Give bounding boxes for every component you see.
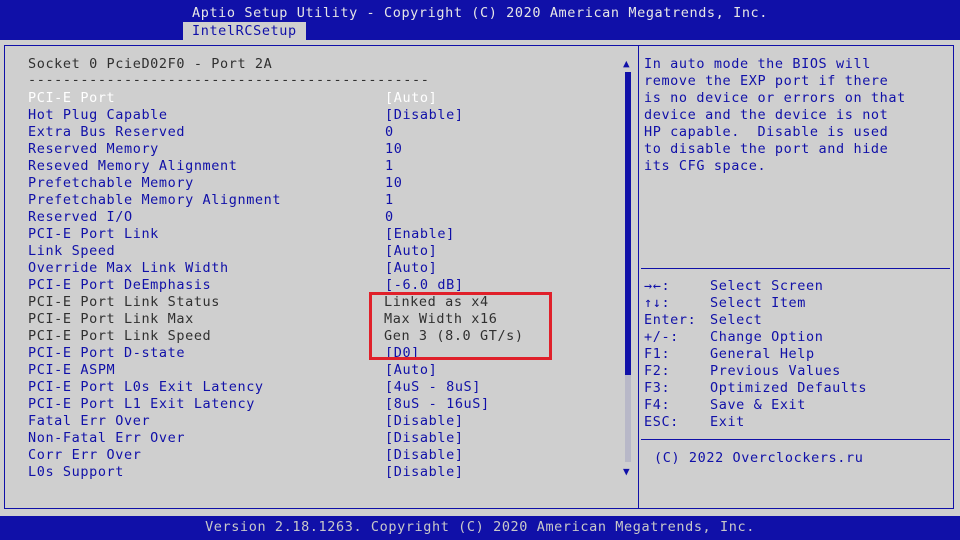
setting-value[interactable]: 10 <box>385 141 402 158</box>
setting-value[interactable]: [Disable] <box>385 464 464 481</box>
setting-row-pcie-aspm[interactable]: PCI-E ASPM [Auto] <box>28 362 618 379</box>
key-label: F2: <box>644 363 671 379</box>
section-title: Socket 0 PcieD02F0 - Port 2A <box>28 56 273 72</box>
setting-label: Override Max Link Width <box>28 260 229 276</box>
scroll-up-arrow-icon[interactable]: ▲ <box>623 58 630 70</box>
help-divider <box>641 268 950 269</box>
tab-intelrcsetup[interactable]: IntelRCSetup <box>183 22 306 40</box>
setting-row-pcie-port[interactable]: PCI-E Port [Auto] <box>28 90 618 107</box>
setting-value[interactable]: [8uS - 16uS] <box>385 396 490 413</box>
setting-label: Prefetchable Memory <box>28 175 194 191</box>
key-description: Select Screen <box>710 278 824 294</box>
help-line: HP capable. Disable is used <box>644 124 889 140</box>
setting-label: Corr Err Over <box>28 447 142 463</box>
setting-label: Non-Fatal Err Over <box>28 430 186 446</box>
setting-label: Prefetchable Memory Alignment <box>28 192 282 208</box>
key-label: ESC: <box>644 414 679 430</box>
key-label: F1: <box>644 346 671 362</box>
key-label: +/-: <box>644 329 679 345</box>
setting-row-reserved-memory-alignment[interactable]: Reseved Memory Alignment 1 <box>28 158 618 175</box>
key-description: Select <box>710 312 763 328</box>
utility-title: Aptio Setup Utility - Copyright (C) 2020… <box>191 5 769 21</box>
scroll-thumb[interactable] <box>625 72 631 375</box>
setting-value[interactable]: 0 <box>385 124 394 141</box>
setting-row-fatal-err-over[interactable]: Fatal Err Over [Disable] <box>28 413 618 430</box>
setting-label: PCI-E Port Link <box>28 226 159 242</box>
setting-value[interactable]: 0 <box>385 209 394 226</box>
scroll-down-arrow-icon[interactable]: ▼ <box>623 466 630 478</box>
help-line: device and the device is not <box>644 107 889 123</box>
link-status-highlight-box <box>369 292 552 360</box>
help-line: is no device or errors on that <box>644 90 906 106</box>
setting-label: PCI-E Port Link Max <box>28 311 194 327</box>
setting-row-non-fatal-err-over[interactable]: Non-Fatal Err Over [Disable] <box>28 430 618 447</box>
help-line: remove the EXP port if there <box>644 73 889 89</box>
setting-label: PCI-E Port Link Speed <box>28 328 212 344</box>
setting-value[interactable]: [Disable] <box>385 413 464 430</box>
scrollbar[interactable]: ▲ ▼ <box>622 58 634 480</box>
setting-row-corr-err-over[interactable]: Corr Err Over [Disable] <box>28 447 618 464</box>
help-line: its CFG space. <box>644 158 767 174</box>
key-description: General Help <box>710 346 815 362</box>
setting-value[interactable]: [Auto] <box>385 362 437 379</box>
setting-label: PCI-E Port <box>28 90 116 106</box>
setting-row-pcie-port-l1-exit-latency[interactable]: PCI-E Port L1 Exit Latency [8uS - 16uS] <box>28 396 618 413</box>
help-divider <box>641 439 950 440</box>
key-label: Enter: <box>644 312 697 328</box>
setting-label: Reseved Memory Alignment <box>28 158 238 174</box>
setting-row-pcie-port-l0s-exit-latency[interactable]: PCI-E Port L0s Exit Latency [4uS - 8uS] <box>28 379 618 396</box>
setting-label: PCI-E ASPM <box>28 362 116 378</box>
setting-row-l0s-support[interactable]: L0s Support [Disable] <box>28 464 618 481</box>
setting-label: L0s Support <box>28 464 125 480</box>
setting-label: Extra Bus Reserved <box>28 124 186 140</box>
key-description: Previous Values <box>710 363 841 379</box>
setting-value[interactable]: [4uS - 8uS] <box>385 379 481 396</box>
help-line: to disable the port and hide <box>644 141 889 157</box>
setting-label: PCI-E Port L1 Exit Latency <box>28 396 255 412</box>
setting-label: Reserved I/O <box>28 209 133 225</box>
setting-label: PCI-E Port D-state <box>28 345 186 361</box>
setting-label: Hot Plug Capable <box>28 107 168 123</box>
setting-row-prefetchable-memory-alignment[interactable]: Prefetchable Memory Alignment 1 <box>28 192 618 209</box>
setting-row-link-speed[interactable]: Link Speed [Auto] <box>28 243 618 260</box>
key-label: →←: <box>644 278 671 294</box>
key-description: Change Option <box>710 329 824 345</box>
setting-value[interactable]: [Disable] <box>385 107 464 124</box>
setting-value[interactable]: 1 <box>385 158 394 175</box>
key-label: ↑↓: <box>644 295 671 311</box>
setting-value[interactable]: [Auto] <box>385 243 437 260</box>
section-divider: ----------------------------------------… <box>28 72 430 88</box>
setting-row-reserved-memory[interactable]: Reserved Memory 10 <box>28 141 618 158</box>
key-description: Optimized Defaults <box>710 380 868 396</box>
setting-label: Link Speed <box>28 243 116 259</box>
setting-value[interactable]: 10 <box>385 175 402 192</box>
setting-row-reserved-io[interactable]: Reserved I/O 0 <box>28 209 618 226</box>
key-description: Select Item <box>710 295 807 311</box>
help-line: In auto mode the BIOS will <box>644 56 871 72</box>
key-description: Exit <box>710 414 745 430</box>
setting-label: PCI-E Port Link Status <box>28 294 221 310</box>
setting-row-prefetchable-memory[interactable]: Prefetchable Memory 10 <box>28 175 618 192</box>
setting-value[interactable]: [Auto] <box>385 90 437 107</box>
setting-row-override-max-link-width[interactable]: Override Max Link Width [Auto] <box>28 260 618 277</box>
key-label: F3: <box>644 380 671 396</box>
key-label: F4: <box>644 397 671 413</box>
setting-label: Reserved Memory <box>28 141 159 157</box>
setting-value[interactable]: [Disable] <box>385 430 464 447</box>
key-description: Save & Exit <box>710 397 807 413</box>
setting-row-pcie-port-link[interactable]: PCI-E Port Link [Enable] <box>28 226 618 243</box>
setting-value[interactable]: 1 <box>385 192 394 209</box>
setting-label: PCI-E Port DeEmphasis <box>28 277 212 293</box>
setting-value[interactable]: [Disable] <box>385 447 464 464</box>
watermark-copyright: (C) 2022 Overclockers.ru <box>654 450 864 466</box>
setting-row-hot-plug-capable[interactable]: Hot Plug Capable [Disable] <box>28 107 618 124</box>
setting-value[interactable]: [Auto] <box>385 260 437 277</box>
version-text: Version 2.18.1263. Copyright (C) 2020 Am… <box>205 519 755 535</box>
setting-row-extra-bus-reserved[interactable]: Extra Bus Reserved 0 <box>28 124 618 141</box>
setting-label: PCI-E Port L0s Exit Latency <box>28 379 264 395</box>
setting-value[interactable]: [Enable] <box>385 226 455 243</box>
setting-label: Fatal Err Over <box>28 413 151 429</box>
